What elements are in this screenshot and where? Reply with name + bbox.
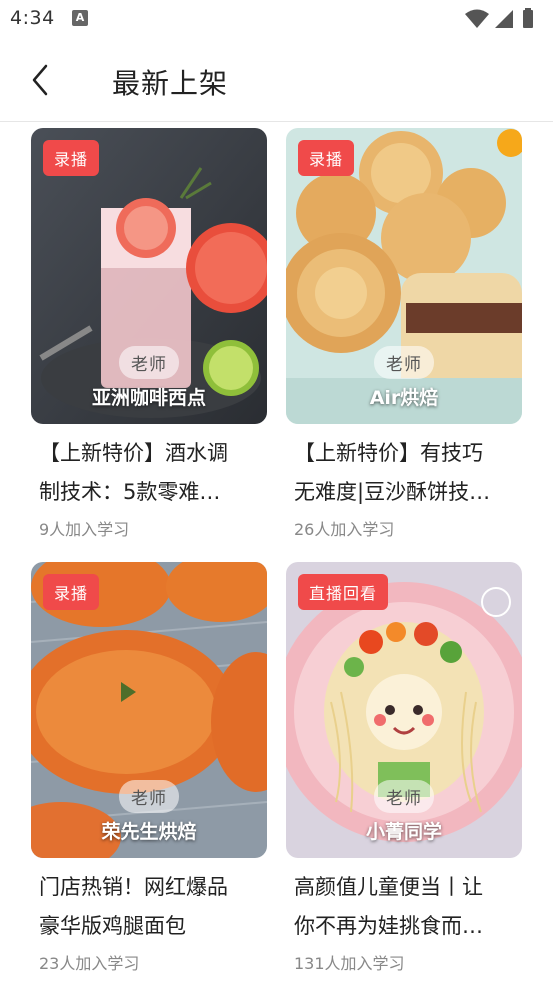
- teacher-role-pill: 老师: [119, 346, 179, 379]
- back-button[interactable]: [26, 58, 66, 102]
- system-icons: [465, 8, 533, 28]
- back-arrow-icon: [32, 64, 48, 96]
- learner-count: 23人加入学习: [39, 954, 140, 973]
- format-badge: 录播: [43, 574, 100, 610]
- page-title: 最新上架: [112, 67, 229, 100]
- course-title[interactable]: 门店热销！网红爆品 豪华版鸡腿面包: [39, 868, 259, 946]
- course-title[interactable]: 【上新特价】有技巧 无难度|豆沙酥饼技…: [294, 434, 514, 512]
- course-thumbnail[interactable]: 录播 老师 Air烘焙: [286, 128, 522, 424]
- learner-count: 9人加入学习: [39, 520, 130, 539]
- status-time: 4:34: [10, 7, 55, 29]
- learner-count: 131人加入学习: [294, 954, 405, 973]
- teacher-role-pill: 老师: [119, 780, 179, 813]
- learner-count: 26人加入学习: [294, 520, 395, 539]
- format-badge: 直播回看: [298, 574, 389, 610]
- course-thumbnail[interactable]: 录播 老师 亚洲咖啡西点: [31, 128, 267, 424]
- course-card[interactable]: 录播 老师 荣先生烘焙 门店热销！网红爆品 豪华版鸡腿面包 23人加入学习: [31, 562, 267, 974]
- teacher-name: 小菁同学: [365, 821, 442, 843]
- signal-icon: [495, 10, 513, 28]
- battery-icon: [523, 10, 533, 28]
- status-bar: 4:34 A: [0, 0, 553, 40]
- teacher-role-pill: 老师: [374, 346, 434, 379]
- teacher-role-pill: 老师: [374, 780, 434, 813]
- wifi-icon: [465, 9, 489, 28]
- format-badge: 录播: [298, 140, 355, 176]
- header: 最新上架: [0, 40, 553, 122]
- teacher-name: Air烘焙: [369, 387, 439, 409]
- course-title[interactable]: 高颜值儿童便当丨让 你不再为娃挑食而…: [294, 868, 514, 946]
- notification-icon: A: [72, 10, 88, 26]
- teacher-name: 荣先生烘焙: [101, 821, 197, 843]
- course-title[interactable]: 【上新特价】酒水调 制技术：5款零难…: [39, 434, 259, 512]
- teacher-name: 亚洲咖啡西点: [91, 387, 206, 409]
- course-thumbnail[interactable]: 直播回看 老师 小菁同学: [286, 562, 522, 858]
- course-card[interactable]: 录播 老师 Air烘焙 【上新特价】有技巧 无难度|豆沙酥饼技… 26人加入学习: [286, 128, 522, 540]
- course-card[interactable]: 直播回看 老师 小菁同学 高颜值儿童便当丨让 你不再为娃挑食而… 131人加入学…: [286, 562, 522, 974]
- course-thumbnail[interactable]: 录播 老师 荣先生烘焙: [31, 562, 267, 858]
- format-badge: 录播: [43, 140, 100, 176]
- course-card[interactable]: 录播 老师 亚洲咖啡西点 【上新特价】酒水调 制技术：5款零难… 9人加入学习: [31, 128, 267, 540]
